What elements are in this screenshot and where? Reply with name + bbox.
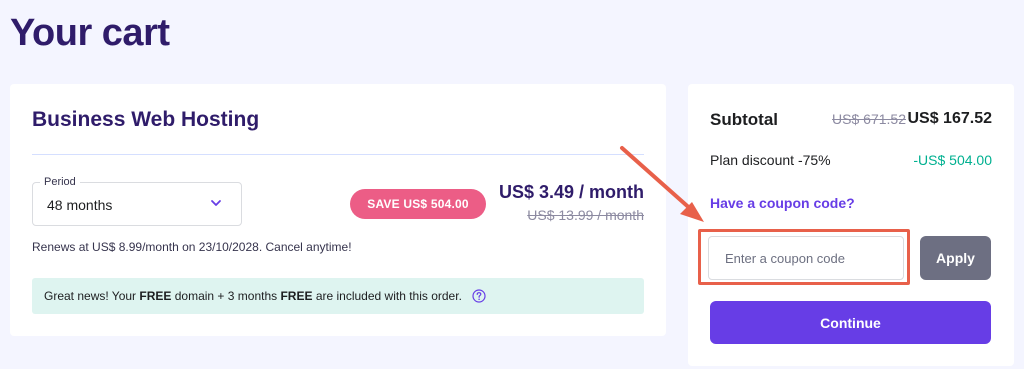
coupon-input[interactable] — [708, 236, 904, 280]
chevron-down-icon — [211, 200, 221, 206]
period-select[interactable]: Period 48 months — [32, 176, 242, 226]
banner-free-bold: FREE — [280, 289, 313, 303]
discount-value: -US$ 504.00 — [913, 152, 992, 168]
discount-label: Plan discount -75% — [710, 152, 831, 168]
banner-text-part: domain + 3 months — [171, 289, 281, 303]
apply-button[interactable]: Apply — [920, 236, 991, 280]
product-card: Business Web Hosting Period 48 months SA… — [10, 84, 666, 336]
news-banner: Great news! Your FREE domain + 3 months … — [32, 278, 644, 314]
help-circle-icon[interactable] — [472, 289, 486, 303]
renews-text: Renews at US$ 8.99/month on 23/10/2028. … — [32, 240, 352, 254]
save-badge: SAVE US$ 504.00 — [350, 189, 486, 219]
subtotal-new: US$ 167.52 — [907, 110, 992, 127]
subtotal-label: Subtotal — [710, 110, 778, 129]
product-name: Business Web Hosting — [32, 108, 260, 131]
price-old: US$ 13.99 / month — [527, 207, 644, 223]
price-current: US$ 3.49 / month — [498, 182, 644, 202]
coupon-link[interactable]: Have a coupon code? — [710, 195, 855, 211]
divider — [32, 154, 644, 155]
continue-button[interactable]: Continue — [710, 301, 991, 344]
summary-card: Subtotal US$ 671.52 US$ 167.52 Plan disc… — [688, 84, 1014, 366]
banner-free-bold: FREE — [139, 289, 172, 303]
period-value: 48 months — [47, 197, 113, 213]
banner-text-part: Great news! Your — [44, 289, 140, 303]
banner-text: Great news! Your FREE domain + 3 months … — [44, 289, 462, 303]
period-label: Period — [40, 176, 80, 188]
page-title: Your cart — [10, 12, 170, 54]
banner-text-part: are included with this order. — [312, 289, 462, 303]
subtotal-old: US$ 671.52 — [832, 111, 906, 127]
